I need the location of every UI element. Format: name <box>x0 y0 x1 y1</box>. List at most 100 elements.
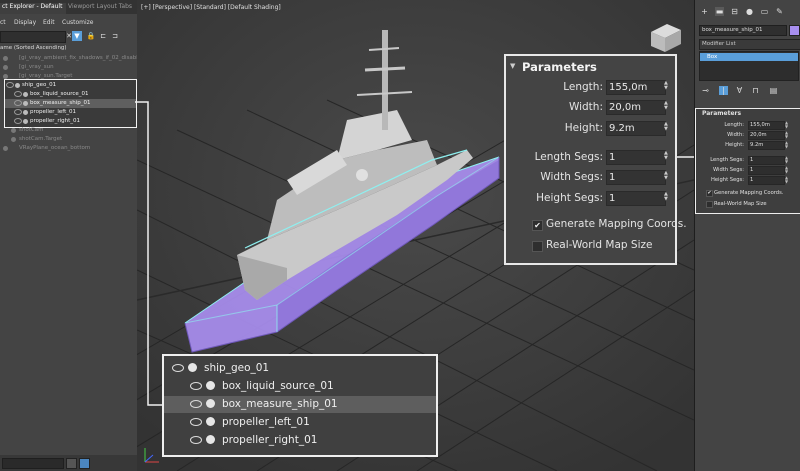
width-segs-row: Width Segs: 1 ▲ ▼ <box>540 170 668 185</box>
menu-customize[interactable]: Customize <box>62 19 94 26</box>
tree-item-box-measure-selected[interactable]: box_measure_ship_01 <box>5 99 136 108</box>
camera-target-icon <box>11 136 16 142</box>
scene-tree-callout: ship_geo_01 box_liquid_source_01 box_mea… <box>162 354 438 457</box>
stack-tools: ⊸ | ∀ ⊓ ▤ <box>699 84 797 95</box>
height-field[interactable]: 9.2m <box>606 121 666 136</box>
motion-tab-icon[interactable]: ● <box>745 7 754 16</box>
height-spinner-icon[interactable]: ▲ ▼ <box>664 122 668 132</box>
real-world-map-label: Real-World Map Size <box>546 239 653 251</box>
length-spinner-small-icon[interactable]: ▲ ▼ <box>785 121 788 129</box>
rollout-title[interactable]: Parameters <box>702 110 741 117</box>
tab-scene-explorer[interactable]: ct Explorer - Default <box>0 3 67 14</box>
width-row-small: Width: 20,0m ▲ ▼ <box>727 130 789 140</box>
hierarchy-icon[interactable]: ⊏ <box>98 31 108 41</box>
hierarchy-tab-icon[interactable]: ⊟ <box>730 7 739 16</box>
callout-tree-item-propeller-right: propeller_right_01 <box>164 432 436 449</box>
height-segs-row-small: Height Segs: 1 ▲ ▼ <box>710 175 789 185</box>
filter-icon[interactable]: ▼ <box>72 31 82 41</box>
object-dot-icon <box>188 363 197 372</box>
height-spinner-small-icon[interactable]: ▲ ▼ <box>785 141 788 149</box>
object-dot-icon <box>206 399 215 408</box>
generate-mapping-checkbox[interactable]: ✔ <box>532 220 543 231</box>
parameters-callout: ▼ Parameters Length: 155,0m ▲ ▼ Width: 20… <box>504 54 687 265</box>
create-tab-icon[interactable]: + <box>700 7 709 16</box>
length-spinner-icon[interactable]: ▲ ▼ <box>664 81 668 91</box>
show-end-result-icon[interactable]: | <box>719 86 728 95</box>
menu-select[interactable]: ct <box>0 19 6 26</box>
viewport-label[interactable]: [+] [Perspective] [Standard] [Default Sh… <box>141 4 281 11</box>
visibility-eye-icon[interactable] <box>14 91 22 97</box>
visibility-eye-icon <box>190 436 202 444</box>
make-unique-icon[interactable]: ∀ <box>735 86 744 95</box>
scene-explorer-footer <box>0 455 137 471</box>
object-name-field[interactable]: box_measure_ship_01 <box>699 25 787 36</box>
lock-icon[interactable]: 🔒 <box>86 31 96 41</box>
tree-item-box-liquid[interactable]: box_liquid_source_01 <box>5 90 136 99</box>
object-dot-icon <box>206 381 215 390</box>
tree-item-propeller-left[interactable]: propeller_left_01 <box>5 108 136 117</box>
search-input[interactable] <box>0 31 66 43</box>
visibility-eye-icon[interactable] <box>6 82 14 88</box>
length-field[interactable]: 155,0m <box>606 80 666 95</box>
object-color-swatch[interactable] <box>789 25 800 36</box>
settings-icon[interactable] <box>66 458 77 469</box>
height-segs-spinner-icon[interactable]: ▲ ▼ <box>664 192 668 202</box>
object-dot-icon <box>23 109 28 115</box>
display-tab-icon[interactable]: ▭ <box>760 7 769 16</box>
tab-viewport-layout[interactable]: Viewport Layout Tabs <box>68 3 132 10</box>
parameters-rollout: Parameters Length: 155,0m ▲ ▼ Width: 20,0… <box>695 108 800 214</box>
command-panel: + ▬ ⊟ ● ▭ ✎ box_measure_ship_01 Modifier… <box>694 0 800 471</box>
layer-input[interactable] <box>2 458 64 469</box>
utilities-tab-icon[interactable]: ✎ <box>775 7 784 16</box>
menu-edit[interactable]: Edit <box>43 19 55 26</box>
length-field-small[interactable]: 155,0m <box>748 121 785 130</box>
column-header-name[interactable]: ame (Sorted Ascending) <box>0 45 67 51</box>
height-segs-spinner-small-icon[interactable]: ▲ ▼ <box>785 176 788 184</box>
tree-item-ship-geo[interactable]: ship_geo_01 <box>5 81 136 90</box>
width-segs-field[interactable]: 1 <box>606 170 666 185</box>
object-dot-icon <box>15 82 20 88</box>
visibility-eye-icon[interactable] <box>14 118 22 124</box>
real-world-map-checkbox-small[interactable] <box>706 201 713 208</box>
length-segs-spinner-icon[interactable]: ▲ ▼ <box>664 151 668 161</box>
width-spinner-icon[interactable]: ▲ ▼ <box>664 101 668 111</box>
width-segs-field-small[interactable]: 1 <box>748 166 785 175</box>
visibility-eye-icon[interactable] <box>14 109 22 115</box>
height-segs-field-small[interactable]: 1 <box>748 176 785 185</box>
layers-icon[interactable]: ⊐ <box>110 31 120 41</box>
width-field[interactable]: 20,0m <box>606 100 666 115</box>
modify-tab-icon[interactable]: ▬ <box>715 7 724 16</box>
visibility-eye-icon <box>190 400 202 408</box>
real-world-map-checkbox[interactable] <box>532 241 543 252</box>
length-segs-field-small[interactable]: 1 <box>748 156 785 165</box>
width-spinner-small-icon[interactable]: ▲ ▼ <box>785 131 788 139</box>
tree-item-propeller-right[interactable]: propeller_right_01 <box>5 117 136 126</box>
width-segs-spinner-icon[interactable]: ▲ ▼ <box>664 171 668 181</box>
generate-mapping-checkbox-small[interactable]: ✔ <box>706 190 713 197</box>
light-icon <box>3 73 8 79</box>
object-dot-icon <box>23 100 28 106</box>
collapse-icon[interactable]: ▼ <box>510 62 515 70</box>
width-segs-spinner-small-icon[interactable]: ▲ ▼ <box>785 166 788 174</box>
modifier-stack-item-box[interactable]: Box <box>700 53 798 61</box>
visibility-eye-icon <box>190 418 202 426</box>
modifier-list-dropdown[interactable]: Modifier List <box>699 39 800 50</box>
callout-tree-item-ship-geo: ship_geo_01 <box>164 360 436 377</box>
width-field-small[interactable]: 20,0m <box>748 131 785 140</box>
callout-tree-item-box-measure: box_measure_ship_01 <box>164 396 436 413</box>
visibility-eye-icon <box>190 382 202 390</box>
menu-display[interactable]: Display <box>14 19 36 26</box>
scene-explorer-menu: ct Display Edit Customize <box>0 16 137 29</box>
length-segs-field[interactable]: 1 <box>606 150 666 165</box>
remove-modifier-icon[interactable]: ⊓ <box>751 86 760 95</box>
visibility-eye-icon[interactable] <box>14 100 22 106</box>
camera-icon <box>11 127 16 133</box>
pin-stack-icon[interactable]: ⊸ <box>701 86 710 95</box>
layer-manager-icon[interactable] <box>79 458 90 469</box>
height-field-small[interactable]: 9.2m <box>748 141 785 150</box>
object-dot-icon <box>23 91 28 97</box>
length-segs-spinner-small-icon[interactable]: ▲ ▼ <box>785 156 788 164</box>
configure-sets-icon[interactable]: ▤ <box>769 86 778 95</box>
height-segs-field[interactable]: 1 <box>606 191 666 206</box>
height-row: Height: 9.2m ▲ ▼ <box>564 121 668 136</box>
